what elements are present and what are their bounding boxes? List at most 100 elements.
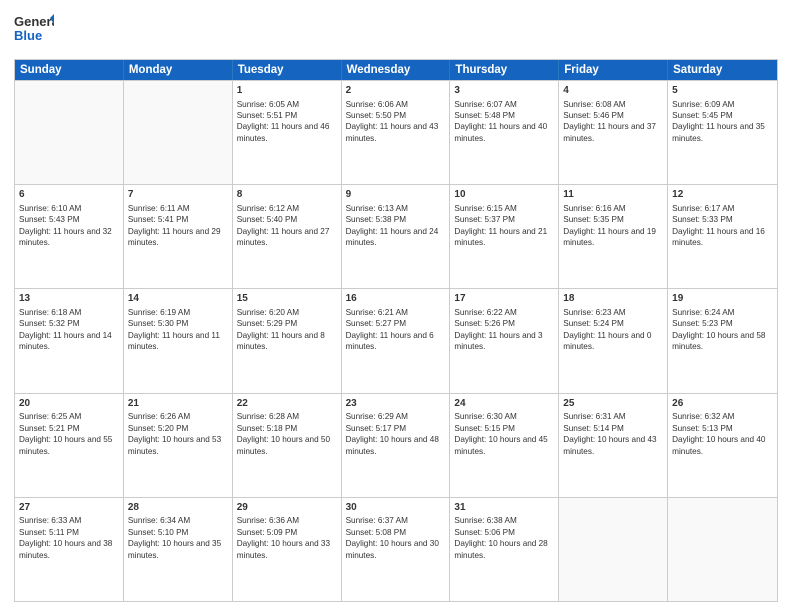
cell-content: Sunrise: 6:31 AMSunset: 5:14 PMDaylight:… (563, 412, 656, 455)
cell-content: Sunrise: 6:36 AMSunset: 5:09 PMDaylight:… (237, 516, 330, 559)
day-number: 25 (563, 397, 663, 411)
cal-cell: 13 Sunrise: 6:18 AMSunset: 5:32 PMDayligh… (15, 289, 124, 392)
cal-cell: 4 Sunrise: 6:08 AMSunset: 5:46 PMDaylight… (559, 81, 668, 184)
calendar-header: SundayMondayTuesdayWednesdayThursdayFrid… (15, 60, 777, 80)
day-number: 18 (563, 292, 663, 306)
cal-cell: 3 Sunrise: 6:07 AMSunset: 5:48 PMDaylight… (450, 81, 559, 184)
week-row-2: 6 Sunrise: 6:10 AMSunset: 5:43 PMDaylight… (15, 184, 777, 288)
cell-content: Sunrise: 6:29 AMSunset: 5:17 PMDaylight:… (346, 412, 439, 455)
cal-cell: 16 Sunrise: 6:21 AMSunset: 5:27 PMDayligh… (342, 289, 451, 392)
cal-cell: 23Sunrise: 6:29 AMSunset: 5:17 PMDayligh… (342, 394, 451, 497)
cal-cell: 19 Sunrise: 6:24 AMSunset: 5:23 PMDayligh… (668, 289, 777, 392)
day-number: 22 (237, 397, 337, 411)
cell-content: Sunrise: 6:10 AMSunset: 5:43 PMDaylight:… (19, 204, 112, 247)
cal-cell: 29Sunrise: 6:36 AMSunset: 5:09 PMDayligh… (233, 498, 342, 601)
day-number: 20 (19, 397, 119, 411)
day-number: 30 (346, 501, 446, 515)
cell-content: Sunrise: 6:30 AMSunset: 5:15 PMDaylight:… (454, 412, 547, 455)
cal-cell: 14 Sunrise: 6:19 AMSunset: 5:30 PMDayligh… (124, 289, 233, 392)
cal-cell: 28Sunrise: 6:34 AMSunset: 5:10 PMDayligh… (124, 498, 233, 601)
day-number: 7 (128, 188, 228, 202)
day-number: 3 (454, 84, 554, 98)
cell-content: Sunrise: 6:15 AMSunset: 5:37 PMDaylight:… (454, 204, 547, 247)
day-number: 29 (237, 501, 337, 515)
day-number: 4 (563, 84, 663, 98)
calendar: SundayMondayTuesdayWednesdayThursdayFrid… (14, 59, 778, 602)
cell-content: Sunrise: 6:07 AMSunset: 5:48 PMDaylight:… (454, 100, 547, 143)
week-row-5: 27Sunrise: 6:33 AMSunset: 5:11 PMDayligh… (15, 497, 777, 601)
cell-content: Sunrise: 6:18 AMSunset: 5:32 PMDaylight:… (19, 308, 112, 351)
day-header-thursday: Thursday (450, 60, 559, 80)
day-number: 2 (346, 84, 446, 98)
day-number: 9 (346, 188, 446, 202)
cal-cell (559, 498, 668, 601)
cal-cell: 18Sunrise: 6:23 AMSunset: 5:24 PMDayligh… (559, 289, 668, 392)
cell-content: Sunrise: 6:12 AMSunset: 5:40 PMDaylight:… (237, 204, 330, 247)
day-number: 14 (128, 292, 228, 306)
cell-content: Sunrise: 6:06 AMSunset: 5:50 PMDaylight:… (346, 100, 439, 143)
cell-content: Sunrise: 6:21 AMSunset: 5:27 PMDaylight:… (346, 308, 434, 351)
cell-content: Sunrise: 6:09 AMSunset: 5:45 PMDaylight:… (672, 100, 765, 143)
cal-cell: 12 Sunrise: 6:17 AMSunset: 5:33 PMDayligh… (668, 185, 777, 288)
cal-cell: 15Sunrise: 6:20 AMSunset: 5:29 PMDayligh… (233, 289, 342, 392)
page: General Blue SundayMondayTuesdayWednesda… (0, 0, 792, 612)
day-number: 8 (237, 188, 337, 202)
day-header-sunday: Sunday (15, 60, 124, 80)
cell-content: Sunrise: 6:22 AMSunset: 5:26 PMDaylight:… (454, 308, 542, 351)
cell-content: Sunrise: 6:17 AMSunset: 5:33 PMDaylight:… (672, 204, 765, 247)
week-row-1: 1 Sunrise: 6:05 AMSunset: 5:51 PMDaylight… (15, 80, 777, 184)
day-number: 24 (454, 397, 554, 411)
day-number: 17 (454, 292, 554, 306)
day-header-wednesday: Wednesday (342, 60, 451, 80)
cell-content: Sunrise: 6:16 AMSunset: 5:35 PMDaylight:… (563, 204, 656, 247)
cell-content: Sunrise: 6:38 AMSunset: 5:06 PMDaylight:… (454, 516, 547, 559)
calendar-body: 1 Sunrise: 6:05 AMSunset: 5:51 PMDaylight… (15, 80, 777, 601)
cell-content: Sunrise: 6:25 AMSunset: 5:21 PMDaylight:… (19, 412, 112, 455)
cell-content: Sunrise: 6:08 AMSunset: 5:46 PMDaylight:… (563, 100, 656, 143)
cell-content: Sunrise: 6:11 AMSunset: 5:41 PMDaylight:… (128, 204, 221, 247)
cal-cell: 7 Sunrise: 6:11 AMSunset: 5:41 PMDaylight… (124, 185, 233, 288)
day-number: 28 (128, 501, 228, 515)
cal-cell: 6 Sunrise: 6:10 AMSunset: 5:43 PMDaylight… (15, 185, 124, 288)
cal-cell: 24Sunrise: 6:30 AMSunset: 5:15 PMDayligh… (450, 394, 559, 497)
svg-text:Blue: Blue (14, 28, 42, 43)
day-header-tuesday: Tuesday (233, 60, 342, 80)
header: General Blue (14, 10, 778, 53)
cal-cell: 31Sunrise: 6:38 AMSunset: 5:06 PMDayligh… (450, 498, 559, 601)
cal-cell: 27Sunrise: 6:33 AMSunset: 5:11 PMDayligh… (15, 498, 124, 601)
svg-text:General: General (14, 14, 54, 29)
day-header-monday: Monday (124, 60, 233, 80)
cal-cell: 26Sunrise: 6:32 AMSunset: 5:13 PMDayligh… (668, 394, 777, 497)
day-number: 10 (454, 188, 554, 202)
cell-content: Sunrise: 6:37 AMSunset: 5:08 PMDaylight:… (346, 516, 439, 559)
cal-cell (668, 498, 777, 601)
day-number: 19 (672, 292, 773, 306)
day-number: 13 (19, 292, 119, 306)
day-number: 23 (346, 397, 446, 411)
cell-content: Sunrise: 6:28 AMSunset: 5:18 PMDaylight:… (237, 412, 330, 455)
cal-cell: 21Sunrise: 6:26 AMSunset: 5:20 PMDayligh… (124, 394, 233, 497)
cell-content: Sunrise: 6:24 AMSunset: 5:23 PMDaylight:… (672, 308, 765, 351)
day-number: 16 (346, 292, 446, 306)
cal-cell: 30Sunrise: 6:37 AMSunset: 5:08 PMDayligh… (342, 498, 451, 601)
cell-content: Sunrise: 6:20 AMSunset: 5:29 PMDaylight:… (237, 308, 325, 351)
cell-content: Sunrise: 6:26 AMSunset: 5:20 PMDaylight:… (128, 412, 221, 455)
day-number: 6 (19, 188, 119, 202)
cal-cell (124, 81, 233, 184)
day-header-friday: Friday (559, 60, 668, 80)
cell-content: Sunrise: 6:05 AMSunset: 5:51 PMDaylight:… (237, 100, 330, 143)
cell-content: Sunrise: 6:13 AMSunset: 5:38 PMDaylight:… (346, 204, 439, 247)
cell-content: Sunrise: 6:32 AMSunset: 5:13 PMDaylight:… (672, 412, 765, 455)
cal-cell: 2 Sunrise: 6:06 AMSunset: 5:50 PMDaylight… (342, 81, 451, 184)
day-number: 12 (672, 188, 773, 202)
cal-cell: 5Sunrise: 6:09 AMSunset: 5:45 PMDaylight… (668, 81, 777, 184)
cal-cell: 9 Sunrise: 6:13 AMSunset: 5:38 PMDaylight… (342, 185, 451, 288)
week-row-3: 13 Sunrise: 6:18 AMSunset: 5:32 PMDayligh… (15, 288, 777, 392)
day-number: 1 (237, 84, 337, 98)
day-number: 21 (128, 397, 228, 411)
day-number: 11 (563, 188, 663, 202)
day-header-saturday: Saturday (668, 60, 777, 80)
cell-content: Sunrise: 6:19 AMSunset: 5:30 PMDaylight:… (128, 308, 220, 351)
day-number: 26 (672, 397, 773, 411)
cal-cell: 17 Sunrise: 6:22 AMSunset: 5:26 PMDayligh… (450, 289, 559, 392)
